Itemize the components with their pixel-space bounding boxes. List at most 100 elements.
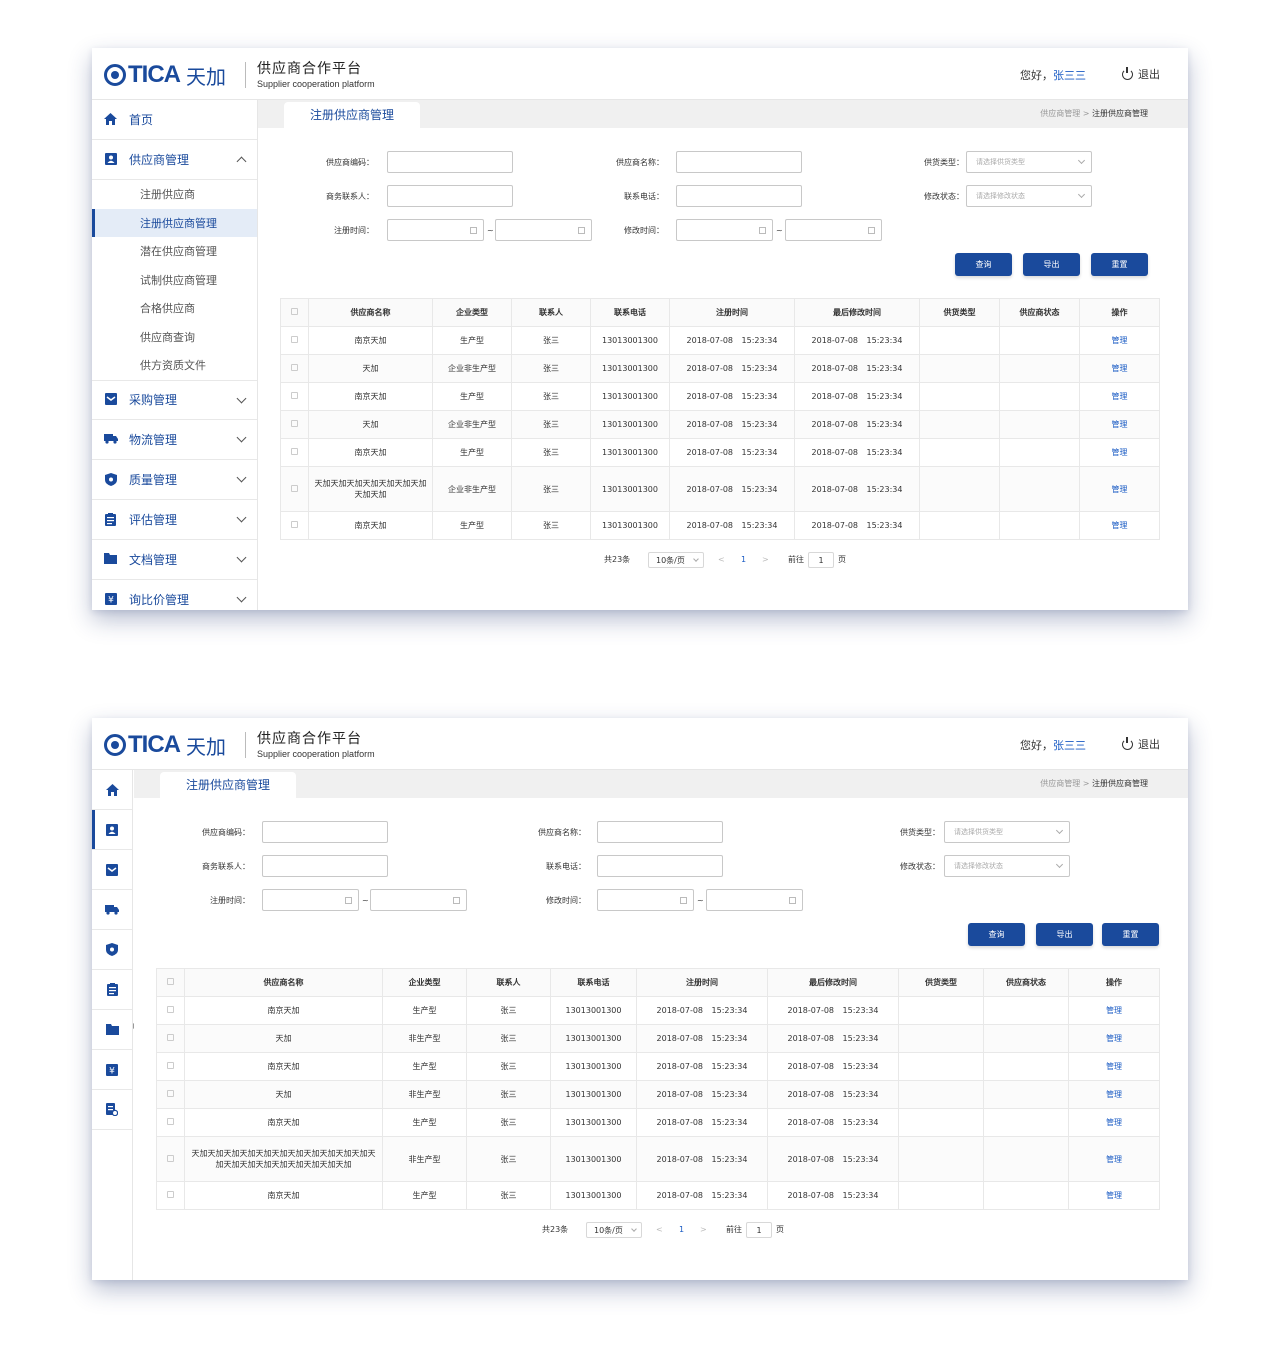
manage-link[interactable]: 管理: [1106, 1006, 1122, 1015]
row-select-cell[interactable]: [156, 1181, 185, 1210]
tab-register-mgmt[interactable]: 注册供应商管理: [160, 772, 297, 798]
row-select-cell[interactable]: [156, 1024, 185, 1053]
sidebar-item-purchase[interactable]: [92, 850, 132, 890]
modify-status-select[interactable]: 请选择修改状态: [944, 855, 1070, 877]
next-page-button[interactable]: >: [700, 1222, 707, 1238]
checkbox-icon[interactable]: [291, 308, 298, 315]
select-all-cell[interactable]: [280, 298, 309, 327]
row-select-cell[interactable]: [156, 1108, 185, 1137]
row-select-cell[interactable]: [280, 354, 309, 383]
contact-input[interactable]: [262, 855, 388, 877]
supplier-name-input[interactable]: [676, 151, 802, 173]
tab-register-mgmt[interactable]: 注册供应商管理: [284, 102, 421, 128]
modify-status-select[interactable]: 请选择修改状态: [966, 185, 1092, 207]
supplier-name-input[interactable]: [597, 821, 723, 843]
manage-link[interactable]: 管理: [1106, 1034, 1122, 1043]
breadcrumb-parent[interactable]: 供应商管理: [1040, 779, 1080, 788]
manage-link[interactable]: 管理: [1112, 485, 1128, 494]
sidebar-item-logistics[interactable]: [92, 890, 132, 930]
row-select-cell[interactable]: [280, 410, 309, 439]
sidebar-sub-docs[interactable]: 供方资质文件: [92, 351, 257, 380]
sidebar-item-evaluation[interactable]: [92, 970, 132, 1010]
prev-page-button[interactable]: <: [656, 1222, 663, 1238]
checkbox-icon[interactable]: [291, 521, 298, 528]
checkbox-icon[interactable]: [291, 336, 298, 343]
supplier-code-input[interactable]: [387, 151, 513, 173]
row-select-cell[interactable]: [280, 382, 309, 411]
mod-time-start[interactable]: [676, 219, 773, 241]
export-button[interactable]: 导出: [1023, 253, 1080, 276]
logout-button[interactable]: 退出: [1122, 736, 1160, 752]
username-link[interactable]: 张三三: [1053, 739, 1086, 752]
row-select-cell[interactable]: [280, 511, 309, 540]
sidebar-item-supplier[interactable]: [92, 810, 132, 850]
page-number[interactable]: 1: [741, 552, 746, 568]
row-select-cell[interactable]: [156, 1052, 185, 1081]
sidebar-sub-register-mgmt[interactable]: 注册供应商管理: [92, 208, 257, 237]
manage-link[interactable]: 管理: [1112, 392, 1128, 401]
phone-input[interactable]: [597, 855, 723, 877]
sidebar-item-report[interactable]: [92, 1090, 132, 1130]
checkbox-icon[interactable]: [291, 448, 298, 455]
reg-time-end[interactable]: [495, 219, 592, 241]
manage-link[interactable]: 管理: [1112, 521, 1128, 530]
row-select-cell[interactable]: [280, 438, 309, 467]
sidebar-sub-register[interactable]: 注册供应商: [92, 180, 257, 209]
row-select-cell[interactable]: [156, 1136, 185, 1182]
page-size-select[interactable]: 10条/页: [586, 1222, 642, 1238]
sidebar-item-document[interactable]: [92, 1010, 132, 1050]
checkbox-icon[interactable]: [291, 364, 298, 371]
manage-link[interactable]: 管理: [1112, 336, 1128, 345]
mod-time-end[interactable]: [706, 889, 803, 911]
reg-time-start[interactable]: [387, 219, 484, 241]
reg-time-end[interactable]: [370, 889, 467, 911]
reset-button[interactable]: 重置: [1091, 253, 1148, 276]
manage-link[interactable]: 管理: [1106, 1155, 1122, 1164]
query-button[interactable]: 查询: [968, 923, 1025, 946]
row-select-cell[interactable]: [156, 1080, 185, 1109]
manage-link[interactable]: 管理: [1106, 1090, 1122, 1099]
logout-button[interactable]: 退出: [1122, 66, 1160, 82]
manage-link[interactable]: 管理: [1106, 1062, 1122, 1071]
checkbox-icon[interactable]: [167, 1191, 174, 1198]
mod-time-end[interactable]: [785, 219, 882, 241]
row-select-cell[interactable]: [280, 326, 309, 355]
sidebar-item-home[interactable]: [92, 770, 132, 810]
checkbox-icon[interactable]: [167, 1062, 174, 1069]
checkbox-icon[interactable]: [167, 1118, 174, 1125]
contact-input[interactable]: [387, 185, 513, 207]
sidebar-item-quality[interactable]: [92, 930, 132, 970]
goto-page-input[interactable]: 1: [746, 1222, 772, 1238]
sidebar-item-logistics[interactable]: 物流管理: [92, 420, 257, 460]
manage-link[interactable]: 管理: [1112, 364, 1128, 373]
checkbox-icon[interactable]: [291, 420, 298, 427]
row-select-cell[interactable]: [280, 466, 309, 512]
sidebar-sub-query[interactable]: 供应商查询: [92, 323, 257, 352]
checkbox-icon[interactable]: [167, 1090, 174, 1097]
reset-button[interactable]: 重置: [1102, 923, 1159, 946]
sidebar-sub-trial[interactable]: 试制供应商管理: [92, 266, 257, 295]
select-all-cell[interactable]: [156, 968, 185, 997]
checkbox-icon[interactable]: [291, 392, 298, 399]
prev-page-button[interactable]: <: [718, 552, 725, 568]
checkbox-icon[interactable]: [167, 1034, 174, 1041]
next-page-button[interactable]: >: [762, 552, 769, 568]
sidebar-item-price[interactable]: ¥: [92, 1050, 132, 1090]
query-button[interactable]: 查询: [955, 253, 1012, 276]
checkbox-icon[interactable]: [291, 484, 298, 492]
checkbox-icon[interactable]: [167, 1154, 174, 1162]
goto-page-input[interactable]: 1: [808, 552, 834, 568]
manage-link[interactable]: 管理: [1106, 1191, 1122, 1200]
sidebar-sub-potential[interactable]: 潜在供应商管理: [92, 237, 257, 266]
sidebar-item-evaluation[interactable]: 评估管理: [92, 500, 257, 540]
checkbox-icon[interactable]: [167, 978, 174, 985]
mod-time-start[interactable]: [597, 889, 694, 911]
supply-type-select[interactable]: 请选择供货类型: [944, 821, 1070, 843]
page-size-select[interactable]: 10条/页: [648, 552, 704, 568]
manage-link[interactable]: 管理: [1106, 1118, 1122, 1127]
manage-link[interactable]: 管理: [1112, 448, 1128, 457]
sidebar-item-home[interactable]: 首页: [92, 100, 257, 140]
checkbox-icon[interactable]: [167, 1006, 174, 1013]
breadcrumb-parent[interactable]: 供应商管理: [1040, 109, 1080, 118]
sidebar-item-quality[interactable]: 质量管理: [92, 460, 257, 500]
